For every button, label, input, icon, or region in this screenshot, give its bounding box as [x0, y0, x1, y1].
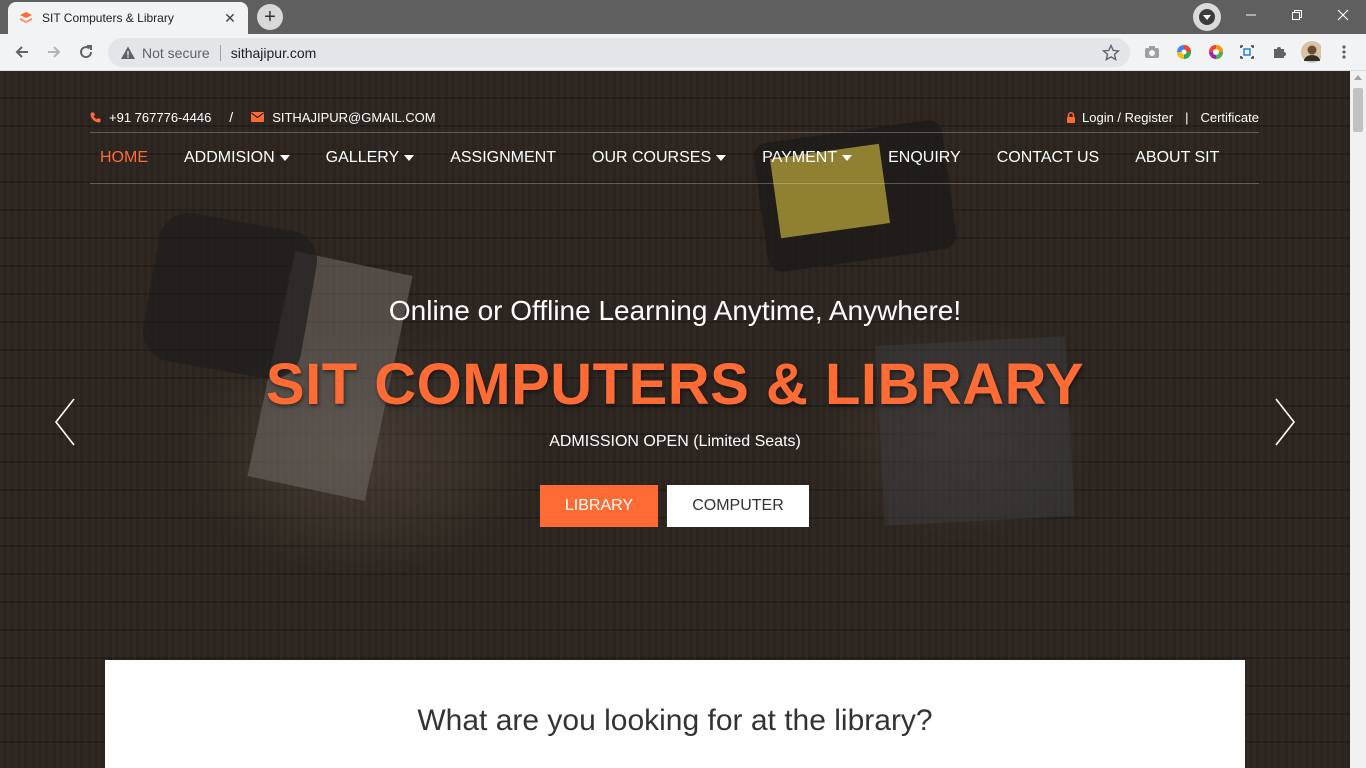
- phone-number: +91 767776-4446: [109, 109, 212, 125]
- profile-avatar-icon[interactable]: [1301, 41, 1321, 63]
- omnibox-divider: [219, 44, 221, 61]
- hero-title: SIT COMPUTERS & LIBRARY: [265, 352, 1085, 417]
- nav-enquiry-label: ENQUIRY: [888, 149, 961, 166]
- nav-our-courses[interactable]: OUR COURSES: [592, 149, 727, 167]
- nav-payment[interactable]: PAYMENT: [762, 149, 853, 167]
- nav-enquiry[interactable]: ENQUIRY: [888, 149, 961, 167]
- lock-icon: [1066, 111, 1076, 123]
- caret-down-icon: [404, 155, 415, 161]
- nav-gallery[interactable]: GALLERY: [326, 149, 415, 167]
- close-icon: [1337, 9, 1349, 21]
- admission-notice: ADMISSION OPEN (Limited Seats): [549, 433, 801, 450]
- camera-extension-icon[interactable]: [1142, 42, 1162, 62]
- reload-button[interactable]: [74, 40, 98, 64]
- search-card: What are you looking for at the library?: [105, 660, 1245, 768]
- forward-arrow-icon: [48, 46, 61, 58]
- address-bar[interactable]: Not secure sithajipur.com: [108, 38, 1130, 67]
- color-picker-extension-icon[interactable]: [1206, 42, 1226, 62]
- email-contact[interactable]: SITHAJIPUR@GMAIL.COM: [251, 109, 436, 125]
- close-window-button[interactable]: [1320, 0, 1366, 30]
- main-nav: HOME ADDMISION GALLERY ASSIGNMENT OUR CO…: [90, 143, 1255, 173]
- screenshot-extension-icon[interactable]: [1237, 42, 1257, 62]
- warning-icon: [121, 46, 135, 59]
- nav-assignment-label: ASSIGNMENT: [450, 149, 556, 166]
- tab-title: SIT Computers & Library: [42, 11, 174, 25]
- not-secure-label: Not secure: [142, 44, 210, 61]
- browser-toolbar: Not secure sithajipur.com: [0, 34, 1366, 71]
- browser-tab[interactable]: SIT Computers & Library ✕: [8, 2, 248, 34]
- nav-assignment[interactable]: ASSIGNMENT: [450, 149, 556, 167]
- search-card-title: What are you looking for at the library?: [417, 704, 933, 737]
- envelope-icon: [251, 112, 265, 122]
- puzzle-extensions-icon[interactable]: [1269, 42, 1289, 62]
- divider-line-bottom: [90, 183, 1259, 184]
- nav-payment-label: PAYMENT: [762, 149, 838, 166]
- nav-admission[interactable]: ADDMISION: [184, 149, 290, 167]
- url-text: sithajipur.com: [230, 44, 317, 61]
- library-button[interactable]: LIBRARY: [540, 485, 658, 527]
- email-address: SITHAJIPUR@GMAIL.COM: [272, 109, 436, 125]
- nav-about-sit-label: ABOUT SIT: [1135, 149, 1220, 166]
- nav-contact-us-label: CONTACT US: [996, 149, 1100, 166]
- reload-icon: [80, 45, 93, 59]
- tab-search-button[interactable]: [1193, 3, 1221, 31]
- nav-about-sit[interactable]: ABOUT SIT: [1135, 149, 1219, 167]
- login-register-label: Login / Register: [1082, 109, 1174, 125]
- restore-icon: [1292, 10, 1302, 20]
- minimize-button[interactable]: [1228, 0, 1274, 30]
- carousel-prev-icon[interactable]: [53, 397, 77, 447]
- page-scrollbar[interactable]: [1350, 71, 1366, 768]
- minimize-icon: [1246, 14, 1256, 16]
- new-tab-button[interactable]: +: [256, 4, 284, 30]
- bookmark-star-icon[interactable]: [1102, 44, 1120, 62]
- scrollbar-thumb[interactable]: [1353, 88, 1363, 132]
- login-register-link[interactable]: Login / Register: [1066, 110, 1173, 125]
- nav-home[interactable]: HOME: [100, 149, 148, 167]
- tab-close-icon[interactable]: ✕: [222, 10, 238, 26]
- top-info-bar: +91 767776-4446 / SITHAJIPUR@GMAIL.COM L…: [90, 102, 1259, 132]
- scroll-up-icon[interactable]: [1354, 75, 1362, 80]
- color-wheel-extension-icon[interactable]: [1174, 42, 1194, 62]
- nav-admission-label: ADDMISION: [184, 149, 275, 166]
- phone-icon: [90, 112, 101, 123]
- nav-contact-us[interactable]: CONTACT US: [997, 149, 1100, 167]
- forward-button[interactable]: [42, 40, 66, 64]
- chevron-down-icon: [1199, 9, 1215, 25]
- nav-gallery-label: GALLERY: [325, 149, 400, 166]
- caret-down-icon: [842, 155, 853, 161]
- caret-down-icon: [279, 155, 290, 161]
- plus-icon: +: [257, 4, 283, 30]
- back-arrow-icon: [15, 46, 28, 58]
- nav-our-courses-label: OUR COURSES: [592, 149, 712, 166]
- back-button[interactable]: [10, 40, 34, 64]
- browser-tab-bar: SIT Computers & Library ✕ +: [0, 0, 1366, 34]
- restore-button[interactable]: [1274, 0, 1320, 30]
- hero-section: +91 767776-4446 / SITHAJIPUR@GMAIL.COM L…: [0, 71, 1350, 768]
- carousel-next-icon[interactable]: [1273, 397, 1297, 447]
- certificate-link[interactable]: Certificate: [1200, 110, 1259, 125]
- nav-home-label: HOME: [100, 149, 148, 166]
- menu-kebab-icon[interactable]: [1334, 42, 1354, 62]
- caret-down-icon: [716, 155, 727, 161]
- divider-line-top: [90, 132, 1259, 133]
- phone-contact[interactable]: +91 767776-4446: [90, 110, 211, 125]
- topbar-separator: |: [1185, 109, 1189, 125]
- computer-button[interactable]: COMPUTER: [667, 485, 809, 527]
- site-favicon-icon: [18, 10, 34, 26]
- topbar-divider: /: [229, 109, 234, 125]
- hero-subtitle: Online or Offline Learning Anytime, Anyw…: [388, 295, 962, 326]
- account-links: Login / Register | Certificate: [1066, 110, 1259, 125]
